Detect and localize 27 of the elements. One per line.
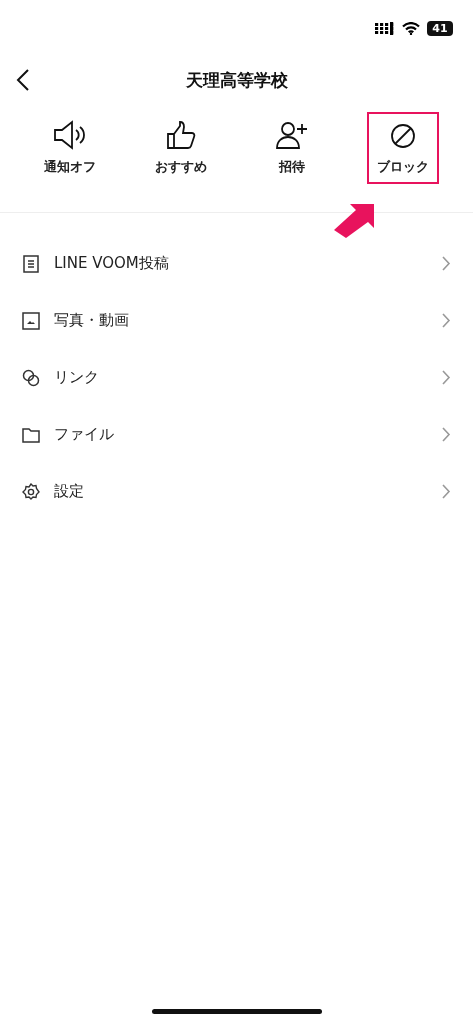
folder-icon bbox=[22, 426, 40, 443]
action-button[interactable]: 招待 bbox=[265, 112, 320, 184]
chevron-icon bbox=[442, 256, 451, 271]
signal-icon bbox=[375, 21, 395, 35]
action-button[interactable]: 通知オフ bbox=[33, 112, 106, 184]
chevron-icon bbox=[442, 313, 451, 328]
menu-item[interactable]: 写真・動画 bbox=[0, 292, 473, 349]
document-icon bbox=[22, 254, 40, 273]
speaker-icon bbox=[52, 120, 87, 150]
chevron-icon bbox=[442, 370, 451, 385]
settings-icon bbox=[22, 482, 40, 501]
block-icon bbox=[389, 122, 418, 150]
menu-item[interactable]: LINE VOOM投稿 bbox=[0, 235, 473, 292]
chevron-icon bbox=[442, 427, 451, 442]
menu-item[interactable]: リンク bbox=[0, 349, 473, 406]
battery-icon: 41 bbox=[427, 20, 453, 36]
wifi-icon bbox=[402, 21, 420, 35]
action-button[interactable]: ブロック bbox=[367, 112, 440, 184]
menu-item[interactable]: 設定 bbox=[0, 463, 473, 520]
menu-item[interactable]: ファイル bbox=[0, 406, 473, 463]
image-icon bbox=[22, 311, 40, 330]
thumbs-up-icon bbox=[165, 120, 196, 150]
page-title: 天理高等学校 bbox=[185, 68, 288, 92]
link-icon bbox=[22, 368, 40, 387]
action-button[interactable]: おすすめ bbox=[144, 112, 217, 184]
chevron-icon bbox=[442, 484, 451, 499]
add-person-icon bbox=[275, 120, 310, 150]
